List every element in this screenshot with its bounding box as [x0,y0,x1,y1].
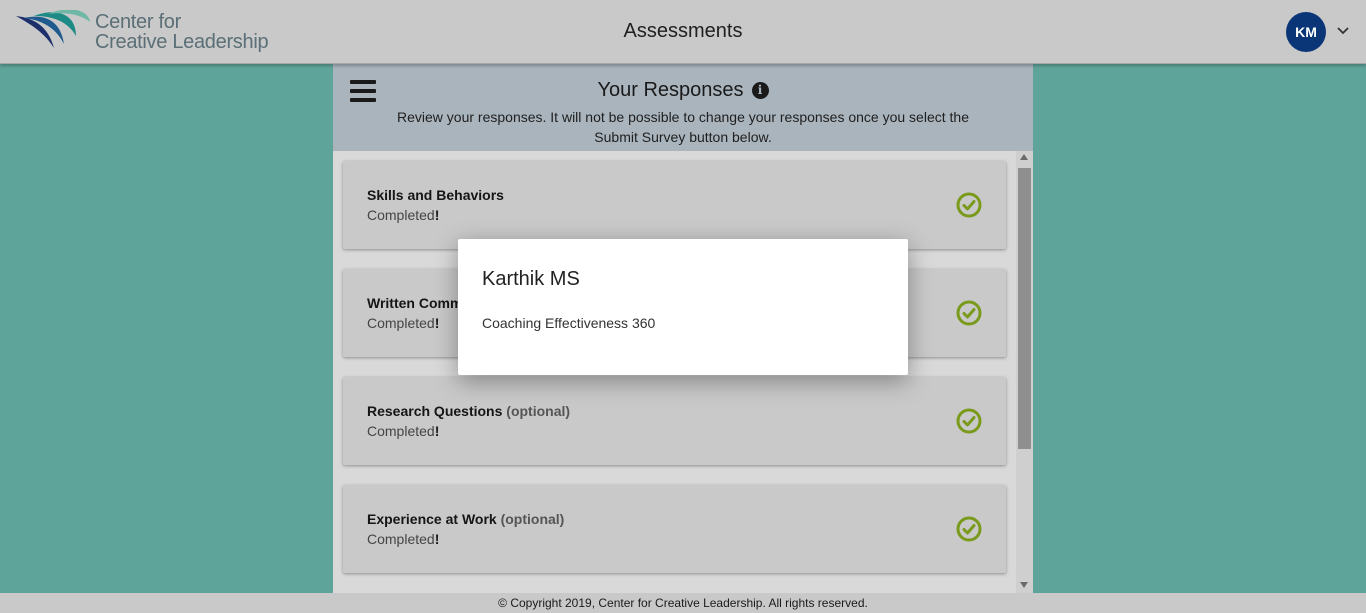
check-circle-icon [956,300,982,326]
copyright-text: © Copyright 2019, Center for Creative Le… [498,596,868,610]
section-status: Completed! [367,315,439,331]
section-title: Research Questions (optional) [367,403,570,419]
check-circle-icon [956,408,982,434]
status-text: Completed [367,423,435,439]
info-icon[interactable]: i [751,82,769,99]
check-circle-icon [956,516,982,542]
user-info-dialog: Karthik MS Coaching Effectiveness 360 [458,239,908,375]
panel-title-text: Your Responses [597,79,744,101]
section-title-text: Written Comm [367,295,463,311]
status-text: Completed [367,315,435,331]
panel-subtitle: Review your responses. It will not be po… [397,109,969,145]
status-suffix: ! [434,423,440,439]
status-text: Completed [367,531,435,547]
status-suffix: ! [434,207,440,223]
avatar[interactable]: KM [1286,12,1326,52]
app-header: Center for Creative Leadership Assessmen… [0,0,1366,64]
status-text: Completed [367,207,435,223]
section-status: Completed! [367,207,439,223]
section-card-skills[interactable]: Skills and Behaviors Completed! [343,161,1006,249]
section-title-text: Experience at Work [367,511,497,527]
optional-label: (optional) [500,511,565,527]
section-card-research[interactable]: Research Questions (optional) Completed! [343,377,1006,465]
dialog-body: Coaching Effectiveness 360 [482,315,656,331]
section-title: Experience at Work (optional) [367,511,564,527]
panel-header: Your Responses i Review your responses. I… [333,64,1033,151]
footer: © Copyright 2019, Center for Creative Le… [0,593,1366,613]
panel-title: Your Responses i [333,79,1033,102]
optional-label: (optional) [506,403,571,419]
chevron-down-icon[interactable] [1336,24,1350,38]
section-status: Completed! [367,531,439,547]
check-circle-icon [956,192,982,218]
status-suffix: ! [434,531,440,547]
scroll-down-arrow-icon[interactable] [1020,582,1028,588]
page-title: Assessments [623,20,743,42]
section-card-experience[interactable]: Experience at Work (optional) Completed! [343,485,1006,573]
status-suffix: ! [434,315,440,331]
section-title: Skills and Behaviors [367,187,504,203]
scroll-thumb[interactable] [1018,168,1031,449]
section-title: Written Comm [367,295,462,311]
section-title-text: Research Questions [367,403,503,419]
scroll-up-arrow-icon[interactable] [1020,154,1028,160]
section-title-text: Skills and Behaviors [367,187,504,203]
dialog-title: Karthik MS [482,268,580,290]
section-status: Completed! [367,423,439,439]
vertical-scrollbar[interactable] [1016,151,1033,593]
